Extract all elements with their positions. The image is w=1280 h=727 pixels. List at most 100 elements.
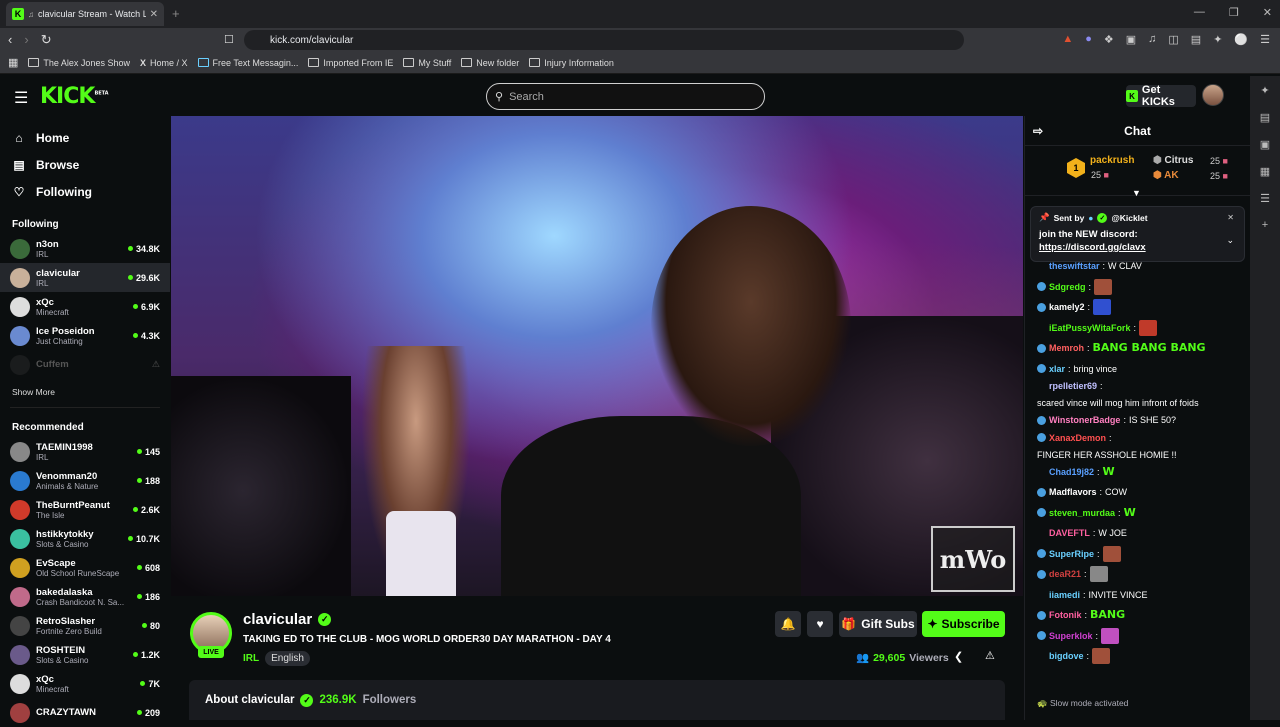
- nav-home[interactable]: ⌂ Home: [0, 124, 170, 151]
- chat-username[interactable]: Superklok: [1049, 629, 1093, 643]
- sidebar-channel-crazytawn[interactable]: CRAZYTAWN 209: [0, 698, 170, 727]
- pinned-link[interactable]: https://discord.gg/clavx: [1039, 241, 1236, 254]
- sidebar-channel-taemin1998[interactable]: TAEMIN1998 IRL 145: [0, 437, 170, 466]
- ai-icon[interactable]: ✦: [1213, 33, 1222, 46]
- leaderboard-user[interactable]: packrush: [1090, 155, 1134, 166]
- extension-icon[interactable]: ●: [1085, 33, 1092, 46]
- sidebar-channel-xqc[interactable]: xQc Minecraft 7K: [0, 669, 170, 698]
- channel-name[interactable]: clavicular ✓: [243, 611, 332, 628]
- sidebar-channel-ice poseidon[interactable]: Ice Poseidon Just Chatting 4.3K: [0, 321, 170, 350]
- chat-username[interactable]: iiamedi: [1049, 588, 1080, 602]
- back-icon[interactable]: ‹: [8, 32, 12, 48]
- emote-image: [1101, 627, 1120, 644]
- menu-icon[interactable]: ☰: [1260, 33, 1270, 46]
- sidebar-channel-theburntpeanut[interactable]: TheBurntPeanut The Isle 2.6K: [0, 495, 170, 524]
- new-tab-button[interactable]: +: [172, 6, 180, 21]
- chevron-down-icon[interactable]: ⌄: [1226, 235, 1234, 246]
- notes-icon[interactable]: ▦: [1260, 165, 1270, 178]
- user-avatar[interactable]: [1202, 84, 1224, 106]
- media-icon[interactable]: ♫: [1148, 33, 1156, 46]
- chat-username[interactable]: Fotonik: [1049, 608, 1082, 622]
- share-icon[interactable]: ❮: [954, 650, 963, 663]
- reload-icon[interactable]: ↻: [41, 32, 52, 48]
- sidebar-channel-clavicular[interactable]: clavicular IRL 29.6K: [0, 263, 170, 292]
- chat-message: DAVEFTL: W JOE: [1037, 523, 1251, 544]
- chat-username[interactable]: xlar: [1049, 362, 1065, 376]
- forward-icon[interactable]: ›: [24, 32, 28, 48]
- reading-list-icon[interactable]: ☰: [1260, 192, 1270, 205]
- chat-username[interactable]: bigdove: [1049, 649, 1084, 663]
- collapse-chat-icon[interactable]: ⇨: [1033, 124, 1043, 138]
- sidebar-channel-roshtein[interactable]: ROSHTEIN Slots & Casino 1.2K: [0, 640, 170, 669]
- wallet-icon[interactable]: ▤: [1260, 111, 1270, 124]
- bookmark-item[interactable]: The Alex Jones Show: [28, 58, 130, 68]
- chat-username[interactable]: Memroh: [1049, 341, 1084, 355]
- puzzle-icon[interactable]: ❖: [1104, 33, 1114, 46]
- bookmark-icon[interactable]: ☐: [224, 33, 234, 46]
- chat-username[interactable]: XanaxDemon: [1049, 431, 1106, 445]
- close-tab-icon[interactable]: ✕: [150, 9, 158, 20]
- follow-button[interactable]: ♥: [807, 611, 833, 637]
- media-icon[interactable]: ▣: [1260, 138, 1270, 151]
- chat-username[interactable]: steven_murdaa: [1049, 506, 1115, 520]
- browser-tab[interactable]: K ♫ clavicular Stream - Watch Live ✕: [6, 2, 164, 26]
- sidebar-channel-n3on[interactable]: n3on IRL 34.8K: [0, 234, 170, 263]
- chat-username[interactable]: iEatPussyWitaFork: [1049, 321, 1130, 335]
- ai-icon[interactable]: ✦: [1260, 84, 1269, 97]
- chat-username[interactable]: Sdgredg: [1049, 280, 1086, 294]
- vpn-icon[interactable]: ⚪: [1234, 33, 1248, 46]
- sidebar-channel-cuffem[interactable]: Cuffem ⚠: [0, 350, 170, 379]
- chat-username[interactable]: WinstonerBadge: [1049, 413, 1120, 427]
- bookmark-folder[interactable]: Injury Information: [529, 58, 614, 68]
- close-window-icon[interactable]: ✕: [1263, 6, 1272, 19]
- search-input[interactable]: ⚲ Search: [486, 83, 765, 110]
- apps-icon[interactable]: ▦: [8, 56, 18, 69]
- emote-image: [1094, 278, 1113, 295]
- sidebar-channel-retroslasher[interactable]: RetroSlasher Fortnite Zero Build 80: [0, 611, 170, 640]
- leaderboard-user[interactable]: ⬢ Citrus: [1153, 155, 1193, 166]
- browser-tab-bar: K ♫ clavicular Stream - Watch Live ✕ + —…: [0, 0, 1280, 28]
- hamburger-menu-icon[interactable]: ☰: [14, 88, 28, 108]
- unpin-icon[interactable]: ✕: [1227, 213, 1234, 222]
- gift-subs-button[interactable]: 🎁 Gift Subs: [839, 611, 917, 637]
- bookmark-item[interactable]: X Home / X: [140, 58, 188, 68]
- wallet-icon[interactable]: ▤: [1191, 33, 1201, 46]
- bookmark-folder[interactable]: New folder: [461, 58, 519, 68]
- chat-username[interactable]: Madflavors: [1049, 485, 1097, 499]
- chat-username[interactable]: deaR21: [1049, 567, 1081, 581]
- sidebar-channel-bakedalaska[interactable]: bakedalaska Crash Bandicoot N. Sa... 186: [0, 582, 170, 611]
- bookmark-item[interactable]: Free Text Messagin...: [197, 58, 298, 68]
- category-link[interactable]: IRL: [243, 653, 259, 664]
- sidebar-icon[interactable]: ◫: [1168, 33, 1178, 46]
- report-icon[interactable]: ⚠: [985, 649, 995, 662]
- leaderboard-user[interactable]: ⬢ AK: [1153, 170, 1179, 181]
- minimize-icon[interactable]: —: [1194, 6, 1205, 19]
- add-icon[interactable]: +: [1262, 219, 1268, 231]
- restore-icon[interactable]: ❐: [1229, 6, 1239, 19]
- subscribe-button[interactable]: ✦ Subscribe: [922, 611, 1005, 637]
- nav-browse[interactable]: ▤ Browse: [0, 151, 170, 178]
- chat-username[interactable]: kamely2: [1049, 300, 1085, 314]
- language-tag[interactable]: English: [265, 651, 310, 666]
- pinned-sender[interactable]: @Kicklet: [1111, 213, 1147, 223]
- sidebar-channel-hstikkytokky[interactable]: hstikkytokky Slots & Casino 10.7K: [0, 524, 170, 553]
- chat-username[interactable]: DAVEFTL: [1049, 526, 1090, 540]
- sidebar-channel-xqc[interactable]: xQc Minecraft 6.9K: [0, 292, 170, 321]
- notification-bell-button[interactable]: 🔔: [775, 611, 801, 637]
- video-player[interactable]: mWo: [171, 116, 1023, 596]
- kick-logo[interactable]: KICKBETA: [40, 84, 109, 109]
- show-more-link[interactable]: Show More: [0, 387, 170, 401]
- chat-username[interactable]: Chad19j82: [1049, 465, 1094, 479]
- bookmark-folder[interactable]: My Stuff: [403, 58, 451, 68]
- sidebar-channel-evscape[interactable]: EvScape Old School RuneScape 608: [0, 553, 170, 582]
- bookmark-folder[interactable]: Imported From IE: [308, 58, 393, 68]
- screenshot-icon[interactable]: ▣: [1126, 33, 1136, 46]
- get-kicks-button[interactable]: K Get KICKs: [1126, 84, 1196, 108]
- extension-icon[interactable]: ▲: [1062, 33, 1073, 46]
- nav-following[interactable]: ♡ Following: [0, 178, 170, 205]
- sidebar-channel-venomman20[interactable]: Venomman20 Animals & Nature 188: [0, 466, 170, 495]
- url-field[interactable]: kick.com/clavicular: [244, 30, 964, 50]
- expand-leaderboard-icon[interactable]: ▼: [1132, 188, 1141, 198]
- chat-username[interactable]: SuperRipe: [1049, 547, 1094, 561]
- chat-username[interactable]: rpelletier69: [1049, 379, 1097, 393]
